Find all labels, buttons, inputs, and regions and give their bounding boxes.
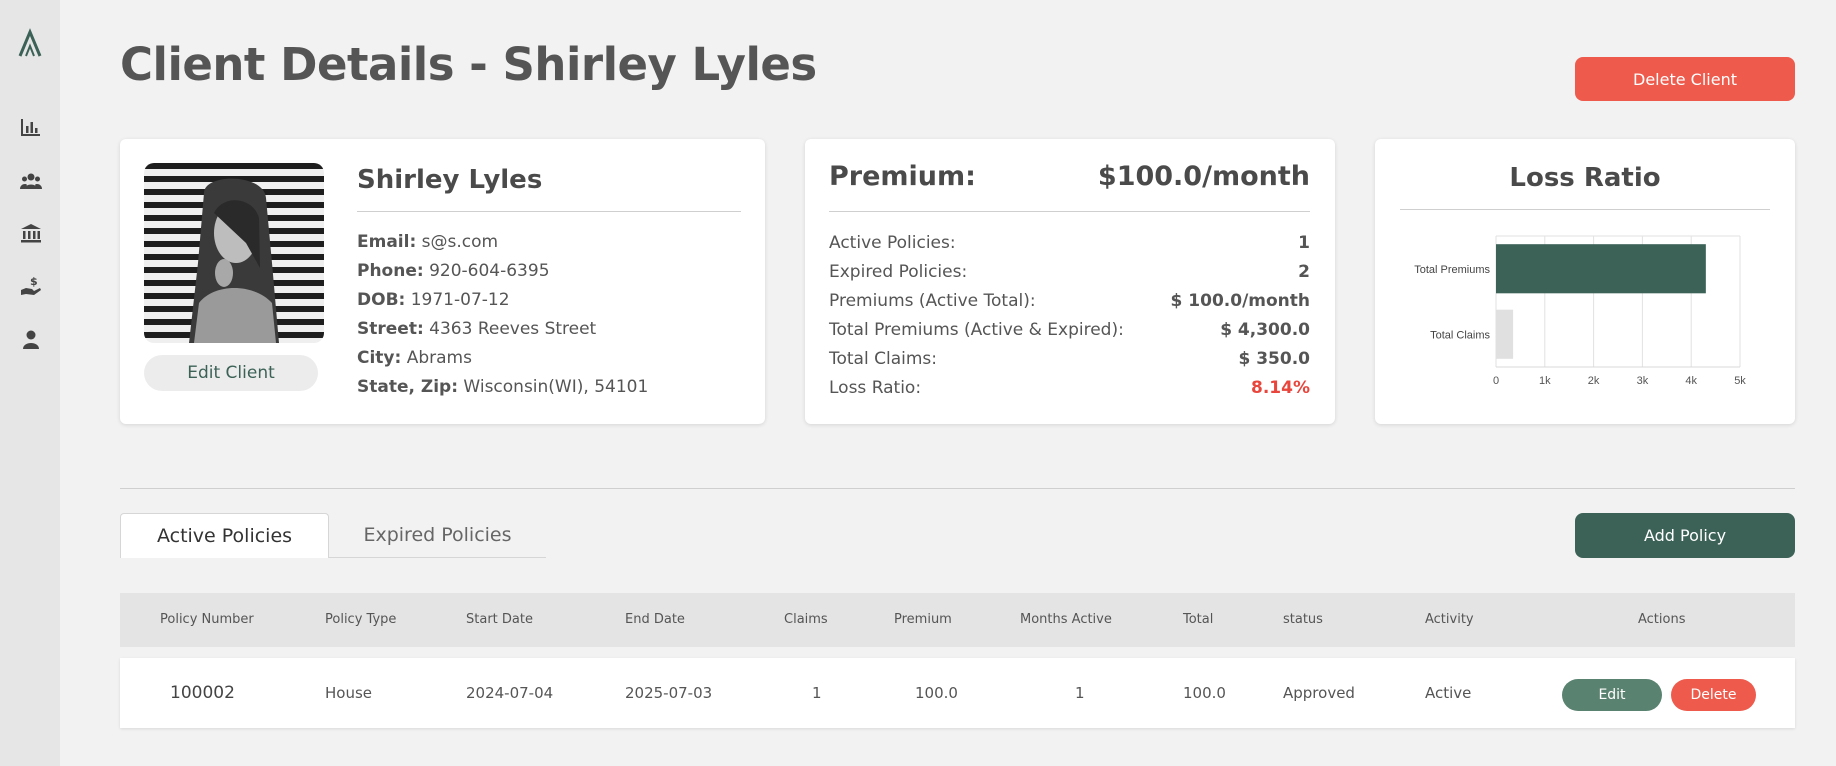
stat-expired-policies: Expired Policies: 2 (829, 262, 1310, 282)
chart-bar (1496, 244, 1706, 294)
bank-icon[interactable] (20, 222, 42, 244)
stat-premiums-active-total: Premiums (Active Total): $ 100.0/month (829, 291, 1310, 311)
col-claims: Claims (784, 612, 828, 627)
col-end-date: End Date (625, 612, 685, 627)
add-policy-button[interactable]: Add Policy (1575, 513, 1795, 558)
cell-premium: 100.0 (915, 684, 958, 702)
chart-tick-label: 3k (1637, 375, 1649, 387)
info-street: Street: 4363 Reeves Street (357, 319, 597, 339)
cell-status: Approved (1283, 684, 1355, 702)
section-divider (120, 488, 1795, 489)
sidebar: $ (0, 0, 60, 766)
edit-client-button[interactable]: Edit Client (144, 355, 318, 391)
cell-claims: 1 (812, 684, 822, 702)
stat-active-policies: Active Policies: 1 (829, 233, 1310, 253)
cell-policy-number: 100002 (170, 683, 235, 703)
bar-chart-icon[interactable] (20, 116, 42, 138)
cell-start-date: 2024-07-04 (466, 684, 554, 702)
info-city: City: Abrams (357, 348, 472, 368)
info-dob: DOB: 1971-07-12 (357, 290, 510, 310)
cell-months-active: 1 (1075, 684, 1085, 702)
table-row: 100002 House 2024-07-04 2025-07-03 1 100… (120, 658, 1795, 728)
chart-category-label: Total Claims (1430, 329, 1490, 341)
edit-policy-button[interactable]: Edit (1562, 679, 1662, 711)
cell-policy-type: House (325, 684, 373, 702)
client-name: Shirley Lyles (357, 165, 543, 195)
divider (357, 211, 741, 212)
stat-total-claims: Total Claims: $ 350.0 (829, 349, 1310, 369)
user-icon[interactable] (20, 328, 42, 350)
client-profile-card: Edit Client Shirley Lyles Email: s@s.com… (120, 139, 765, 424)
tab-expired-policies[interactable]: Expired Policies (329, 513, 546, 558)
client-info-list: Email: s@s.com Phone: 920-604-6395 DOB: … (357, 228, 648, 402)
info-email: Email: s@s.com (357, 232, 499, 252)
client-photo (144, 163, 324, 343)
premium-value: $100.0/month (1097, 161, 1310, 192)
premium-stats: Active Policies: 1 Expired Policies: 2 Pre… (829, 229, 1310, 403)
cell-activity: Active (1425, 684, 1472, 702)
col-actions: Actions (1638, 612, 1686, 627)
col-premium: Premium (894, 612, 952, 627)
cell-total: 100.0 (1183, 684, 1226, 702)
chart-category-label: Total Premiums (1414, 264, 1490, 276)
policy-table-header: Policy Number Policy Type Start Date End… (120, 593, 1795, 647)
cell-end-date: 2025-07-03 (625, 684, 713, 702)
chart-tick-label: 2k (1588, 375, 1600, 387)
col-status: status (1283, 612, 1323, 627)
hand-dollar-icon[interactable]: $ (20, 275, 42, 297)
col-total: Total (1183, 612, 1214, 627)
client-portrait-image (189, 178, 279, 343)
stat-total-premiums: Total Premiums (Active & Expired): $ 4,30… (829, 320, 1310, 340)
col-policy-number: Policy Number (160, 612, 254, 627)
chart-tick-label: 0 (1493, 375, 1499, 387)
page-title: Client Details - Shirley Lyles (120, 38, 817, 91)
chart-tick-label: 4k (1685, 375, 1697, 387)
col-start-date: Start Date (466, 612, 533, 627)
logo-a-icon[interactable] (16, 28, 44, 58)
chart-bar (1496, 309, 1514, 359)
users-icon[interactable] (20, 170, 42, 192)
col-activity: Activity (1425, 612, 1474, 627)
loss-ratio-card: Loss Ratio 0 1k 2k 3k 4k 5k Total Premiums Tota… (1375, 139, 1795, 424)
stat-loss-ratio: Loss Ratio: 8.14% (829, 378, 1310, 398)
col-policy-type: Policy Type (325, 612, 397, 627)
delete-policy-button[interactable]: Delete (1671, 679, 1756, 711)
premium-card: Premium: $100.0/month Active Policies: 1 … (805, 139, 1335, 424)
svg-text:$: $ (30, 275, 38, 288)
chart-tick-label: 1k (1539, 375, 1551, 387)
info-state-zip: State, Zip: Wisconsin(WI), 54101 (357, 377, 649, 397)
premium-label: Premium: (829, 161, 976, 192)
tab-active-policies[interactable]: Active Policies (120, 513, 329, 558)
loss-ratio-chart: 0 1k 2k 3k 4k 5k Total Premiums Total Claims (1414, 235, 1746, 387)
info-phone: Phone: 920-604-6395 (357, 261, 550, 281)
col-months-active: Months Active (1020, 612, 1112, 627)
divider (829, 211, 1310, 212)
chart-tick-label: 5k (1734, 375, 1746, 387)
delete-client-button[interactable]: Delete Client (1575, 57, 1795, 101)
